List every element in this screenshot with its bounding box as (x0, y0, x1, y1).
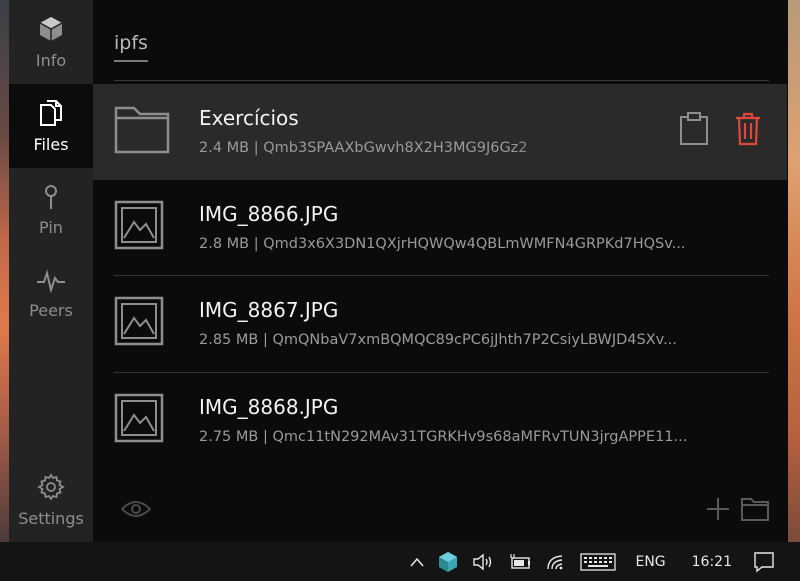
breadcrumb-divider (114, 80, 769, 81)
trash-icon[interactable] (735, 112, 761, 146)
row-actions (679, 112, 761, 146)
file-meta: 2.75 MB | Qmc11tN292MAv31TGRKHv9s68aMFRv… (199, 429, 688, 445)
battery-charging-icon[interactable] (501, 542, 539, 581)
file-row[interactable]: IMG_8867.JPG 2.85 MB | QmQNbaV7xmBQMQC89… (93, 276, 787, 372)
sidebar-item-label: Info (35, 50, 67, 70)
gear-icon (37, 472, 65, 501)
eye-icon[interactable] (121, 500, 151, 518)
files-icon (40, 99, 62, 126)
sidebar-item-label: Files (33, 134, 69, 154)
sidebar-item-pin[interactable]: Pin (9, 168, 93, 252)
ipfs-tray-cube-icon[interactable] (431, 542, 465, 581)
add-icon[interactable] (705, 496, 731, 522)
breadcrumb[interactable]: ipfs (114, 32, 148, 62)
sidebar-item-label: Pin (39, 217, 63, 237)
file-meta: 2.4 MB | Qmb3SPAAXbGwvh8X2H3MG9J6Gz2 (199, 140, 528, 156)
file-browser: ipfs Exercícios 2.4 MB | Qmb3SPAAXbGwvh8… (93, 0, 787, 542)
sidebar-item-info[interactable]: Info (9, 0, 93, 84)
folder-icon (114, 106, 170, 154)
ipfs-station-window: Info Files Pin Peers Settings ipfs Exerc… (9, 0, 787, 542)
clock[interactable]: 16:21 (678, 542, 746, 581)
cube-icon (39, 16, 63, 41)
file-row[interactable]: IMG_8868.JPG 2.75 MB | Qmc11tN292MAv31TG… (93, 373, 787, 469)
image-file-icon (114, 296, 164, 346)
pin-icon (45, 184, 57, 209)
file-meta: 2.85 MB | QmQNbaV7xmBQMQC89cPC6jJhth7P2C… (199, 332, 677, 348)
settings-label: Settings (18, 508, 84, 528)
speaker-icon[interactable] (465, 542, 501, 581)
file-row[interactable]: IMG_8866.JPG 2.8 MB | Qmd3x6X3DN1QXjrHQW… (93, 180, 787, 276)
sidebar-item-files[interactable]: Files (9, 84, 93, 168)
keyboard-icon[interactable] (573, 542, 623, 581)
file-row-folder[interactable]: Exercícios 2.4 MB | Qmb3SPAAXbGwvh8X2H3M… (93, 84, 787, 180)
image-file-icon (114, 200, 164, 250)
file-name: Exercícios (199, 106, 299, 130)
windows-taskbar: ENG 16:21 (0, 542, 800, 581)
language-indicator[interactable]: ENG (623, 542, 677, 581)
new-folder-icon[interactable] (741, 497, 769, 521)
copy-hash-clipboard-icon[interactable] (679, 112, 709, 146)
notification-icon[interactable] (746, 542, 782, 581)
wifi-icon[interactable] (539, 542, 573, 581)
image-file-icon (114, 393, 164, 443)
sidebar-item-peers[interactable]: Peers (9, 252, 93, 336)
desktop-wallpaper-right (788, 0, 800, 545)
file-name: IMG_8867.JPG (199, 298, 339, 322)
file-name: IMG_8866.JPG (199, 202, 339, 226)
chevron-up-icon[interactable] (403, 542, 431, 581)
file-meta: 2.8 MB | Qmd3x6X3DN1QXjrHQWQw4QBLmWMFN4G… (199, 236, 686, 252)
sidebar: Info Files Pin Peers Settings (9, 0, 93, 542)
sidebar-item-label: Peers (29, 300, 73, 320)
sidebar-item-settings[interactable]: Settings (9, 458, 93, 542)
pulse-icon (37, 268, 65, 293)
footer-actions (705, 496, 769, 522)
file-name: IMG_8868.JPG (199, 395, 339, 419)
